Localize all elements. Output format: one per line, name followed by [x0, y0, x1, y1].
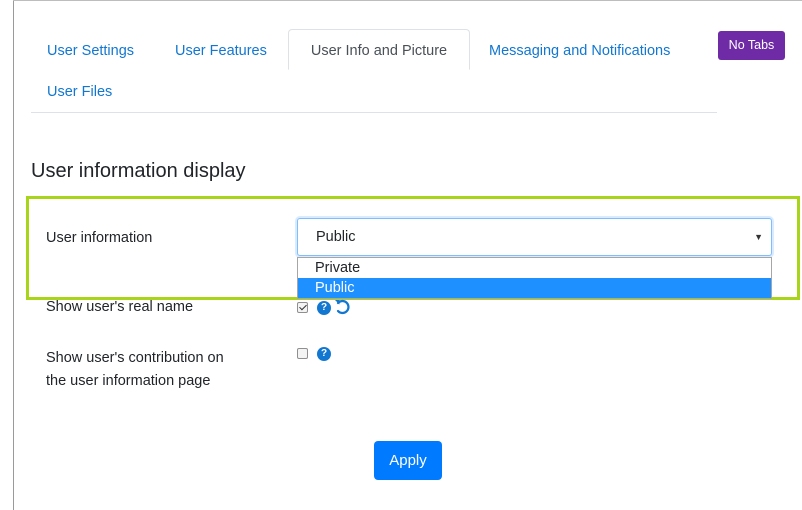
section-title: User information display: [31, 160, 246, 182]
contribution-label: Show user's contribution on the user inf…: [46, 347, 224, 393]
contribution-label-line2: the user information page: [46, 373, 211, 389]
tab-user-features[interactable]: User Features: [175, 41, 267, 61]
user-information-label: User information: [46, 230, 153, 246]
real-name-checkbox[interactable]: [297, 302, 308, 313]
user-information-dropdown: Private Public: [297, 257, 772, 299]
contribution-checkbox[interactable]: [297, 348, 308, 359]
option-private[interactable]: Private: [298, 258, 771, 278]
tab-user-info-and-picture[interactable]: User Info and Picture: [288, 29, 470, 70]
window-top-border: [13, 0, 802, 1]
apply-button[interactable]: Apply: [374, 441, 442, 480]
question-circle-icon[interactable]: ?: [317, 347, 331, 361]
tab-user-settings[interactable]: User Settings: [47, 41, 134, 61]
chevron-down-icon: ▼: [754, 232, 763, 242]
option-public[interactable]: Public: [298, 278, 771, 298]
no-tabs-button[interactable]: No Tabs: [718, 31, 785, 60]
user-information-select-value: Public: [316, 229, 356, 245]
question-circle-icon[interactable]: ?: [317, 301, 331, 315]
contribution-label-line1: Show user's contribution on: [46, 350, 224, 366]
user-information-select[interactable]: Public ▼: [297, 218, 772, 256]
tab-user-files[interactable]: User Files: [47, 82, 112, 102]
settings-tabs: User Settings User Features User Info an…: [31, 29, 717, 113]
undo-icon[interactable]: [334, 297, 350, 315]
tab-messaging-and-notifications[interactable]: Messaging and Notifications: [489, 41, 670, 61]
real-name-label: Show user's real name: [46, 299, 194, 315]
window-left-border: [13, 0, 14, 510]
